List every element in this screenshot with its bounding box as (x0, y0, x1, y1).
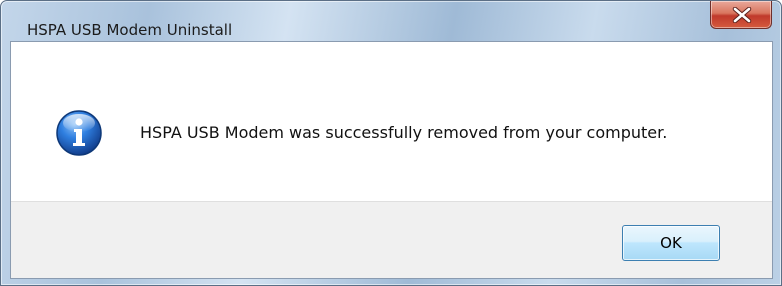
close-button[interactable] (710, 1, 772, 29)
close-x-icon (732, 7, 752, 23)
button-area: OK (11, 201, 772, 278)
message-text: HSPA USB Modem was successfully removed … (140, 123, 668, 142)
info-icon (56, 110, 102, 156)
ok-button[interactable]: OK (622, 225, 720, 261)
title-bar[interactable]: HSPA USB Modem Uninstall (1, 1, 781, 41)
dialog-client-area: HSPA USB Modem was successfully removed … (10, 41, 773, 279)
window-title: HSPA USB Modem Uninstall (27, 21, 233, 39)
dialog-window: HSPA USB Modem Uninstall HSPA USB Modem … (0, 0, 782, 286)
message-area: HSPA USB Modem was successfully removed … (11, 42, 772, 201)
